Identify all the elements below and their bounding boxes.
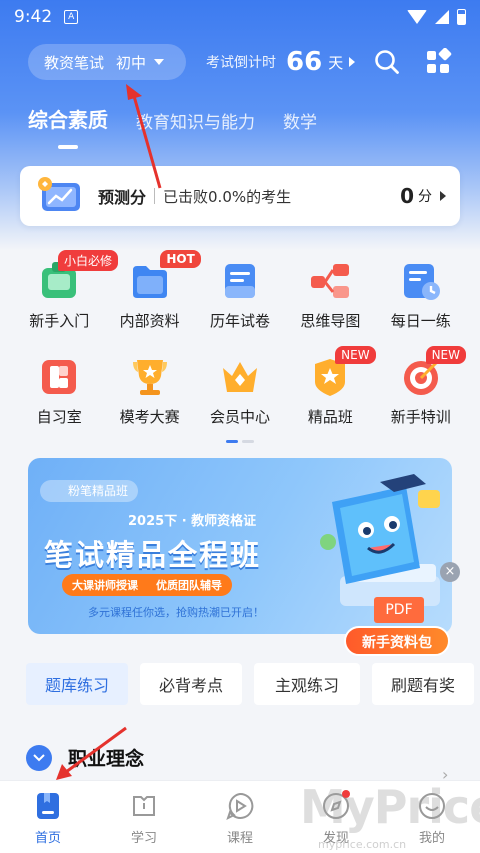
caret-down-icon: [154, 59, 165, 65]
grid-item-beginner[interactable]: 新手入门 小白必修: [14, 250, 119, 346]
badge-new: NEW: [425, 346, 466, 364]
grid-item-label: 每日一练: [390, 312, 451, 330]
grid-item-label: 自习室: [36, 408, 82, 426]
segment-reward[interactable]: 刷题有奖: [372, 663, 474, 705]
newbie-pack-button[interactable]: 新手资料包: [344, 626, 450, 656]
play-course-icon: [226, 792, 254, 820]
grid-item-label: 模考大赛: [119, 408, 180, 426]
banner-chip: 优质团队辅导: [156, 579, 222, 592]
tab-math[interactable]: 数学: [283, 108, 317, 133]
tab-study[interactable]: 学习: [96, 781, 192, 853]
exam-countdown[interactable]: 考试倒计时 66 天: [206, 44, 356, 80]
grid-item-mindmap[interactable]: 思维导图: [285, 250, 375, 346]
watermark-url: myprice.com.cn: [318, 838, 407, 851]
paper-icon: [224, 264, 255, 298]
mindmap-icon: [311, 264, 350, 298]
status-indicators: [407, 9, 466, 25]
tab-comprehensive[interactable]: 综合素质: [28, 104, 108, 149]
countdown-unit: 天: [328, 53, 344, 72]
signal-icon: [435, 10, 449, 24]
segment-subjective[interactable]: 主观练习: [254, 663, 360, 705]
study-icon: [133, 796, 155, 816]
status-time: 9:42: [14, 7, 53, 27]
badge-new: NEW: [335, 346, 376, 364]
exam-type-selector[interactable]: 教资笔试 初中: [28, 44, 186, 80]
grid-item-label: 历年试卷: [209, 312, 270, 330]
banner-title: 笔试精品全程班: [44, 538, 262, 572]
exam-type-label: 教资笔试: [44, 53, 105, 72]
grid-item-label: 会员中心: [209, 408, 270, 426]
tab-label: 课程: [226, 831, 253, 846]
predict-score-unit: 分: [418, 189, 432, 205]
grid-item-member-center[interactable]: 会员中心: [195, 346, 285, 442]
banner-chip: 大课讲师授课: [72, 579, 138, 592]
grid-item-premium-class[interactable]: 精品班 NEW: [285, 346, 376, 442]
arrow-right-icon: [440, 191, 446, 201]
battery-icon: [457, 9, 466, 25]
grid-item-label: 思维导图: [300, 312, 361, 330]
grid-item-study-room[interactable]: 自习室: [14, 346, 104, 442]
countdown-days: 66: [286, 47, 323, 77]
study-room-icon: [42, 360, 77, 394]
practice-segments: 题库练习 必背考点 主观练习 刷题有奖: [26, 663, 474, 705]
watermark: MyPrice: [300, 780, 480, 834]
page-dot-active: [226, 440, 238, 443]
wifi-icon: [407, 10, 427, 24]
trophy-icon: [132, 360, 167, 395]
countdown-label: 考试倒计时: [206, 55, 276, 71]
tab-education-knowledge[interactable]: 教育知识与能力: [136, 108, 255, 133]
daily-icon: [403, 264, 440, 300]
feature-row: 自习室 模考大赛 会员中心 精品班 NEW 新手特训 NEW: [14, 346, 466, 442]
segment-question-bank[interactable]: 题库练习: [26, 663, 128, 705]
close-icon[interactable]: ×: [440, 562, 460, 582]
status-bar: 9:42 A: [0, 0, 480, 34]
tab-home[interactable]: 首页: [0, 781, 96, 853]
grid-item-mock-exam[interactable]: 模考大赛: [104, 346, 194, 442]
pdf-tag: PDF: [374, 597, 424, 623]
chevron-down-icon: [26, 744, 52, 771]
grid-item-label: 精品班: [307, 408, 353, 426]
crown-icon: [222, 362, 257, 392]
predict-title: 预测分: [98, 188, 147, 207]
arrow-right-icon: [349, 57, 356, 67]
predict-score-card[interactable]: 预测分 已击败0.0%的考生 0 分: [20, 166, 460, 226]
grid-item-past-papers[interactable]: 历年试卷: [195, 250, 285, 346]
subject-tabs: 综合素质 教育知识与能力 数学: [28, 104, 345, 149]
search-icon[interactable]: [373, 48, 401, 76]
feature-row: 新手入门 小白必修 内部资料 HOT 历年试卷 思维导图 每日一练: [14, 250, 466, 346]
grid-item-label: 新手入门: [29, 312, 90, 330]
chapter-header[interactable]: 职业理念: [26, 744, 144, 771]
banner-footer: 多元课程任你选，抢购热潮已开启！: [88, 606, 264, 619]
divider: [154, 188, 156, 204]
tab-course[interactable]: 课程: [192, 781, 288, 853]
feature-grid: 新手入门 小白必修 内部资料 HOT 历年试卷 思维导图 每日一练 自习室 模考…: [14, 250, 466, 442]
home-book-icon: [37, 793, 59, 819]
grid-page-indicator: [226, 440, 254, 443]
trend-chart-icon: [38, 177, 80, 211]
grid-item-label: 内部资料: [119, 312, 180, 330]
banner-chips: 大课讲师授课 优质团队辅导: [62, 574, 232, 596]
exam-level-label: 初中: [116, 53, 147, 72]
banner-subtitle: 2025下 · 教师资格证: [128, 514, 257, 529]
page-dot: [242, 440, 254, 443]
tab-label: 首页: [34, 831, 61, 846]
banner-tag: 粉笔精品班: [40, 480, 139, 502]
notification-a-icon: A: [64, 10, 79, 24]
grid-item-internal-materials[interactable]: 内部资料 HOT: [104, 250, 201, 346]
apps-grid-icon[interactable]: [424, 48, 452, 76]
tab-label: 学习: [130, 831, 157, 846]
grid-item-daily-practice[interactable]: 每日一练: [376, 250, 466, 346]
segment-key-points[interactable]: 必背考点: [140, 663, 242, 705]
chapter-title: 职业理念: [68, 748, 145, 770]
predict-score-value: 0: [400, 184, 414, 208]
grid-item-label: 新手特训: [390, 408, 451, 426]
grid-item-newbie-training[interactable]: 新手特训 NEW: [376, 346, 466, 442]
predict-description: 已击败0.0%的考生: [163, 187, 292, 206]
predict-score: 0 分: [400, 184, 446, 208]
